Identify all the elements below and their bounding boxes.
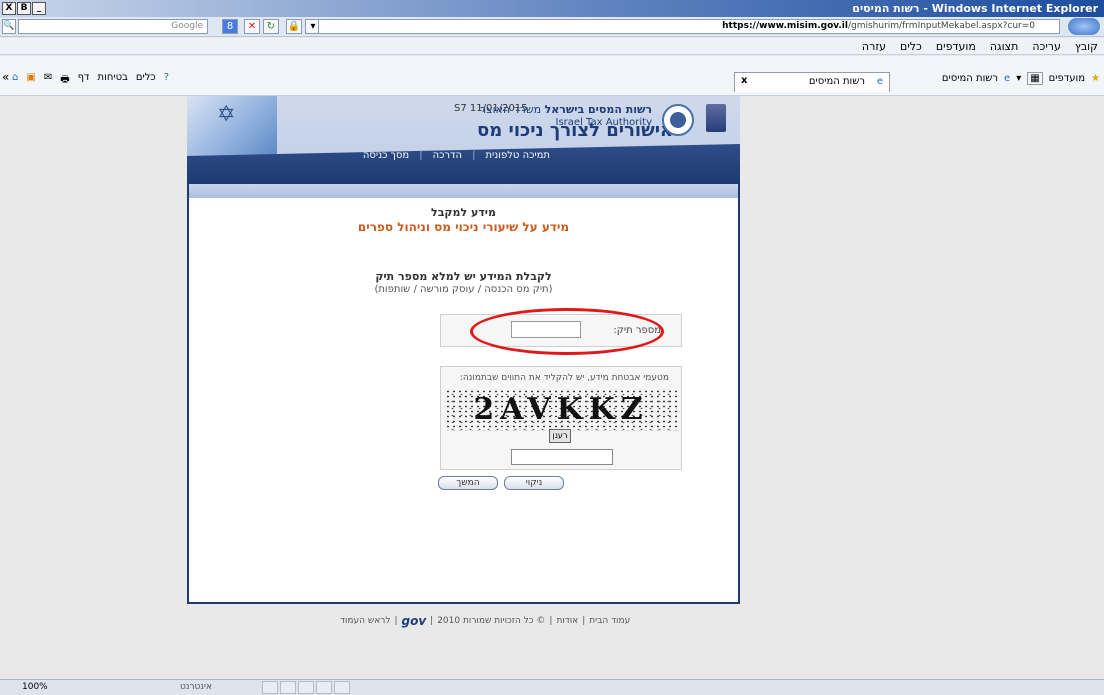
- tab-label: רשות המיסים: [808, 76, 865, 87]
- favorites-bar: ★ מועדפים ▦ ▾ e רשות המיסים e רשות המיסי…: [0, 56, 1104, 96]
- footer-separator: |: [430, 616, 434, 626]
- google-icon[interactable]: 8: [222, 19, 238, 34]
- restore-window-button[interactable]: B: [17, 2, 31, 15]
- main-nav: מסך כניסה | הדרכה | תמיכה טלפונית: [363, 150, 550, 161]
- back-forward-icon[interactable]: [1068, 18, 1100, 35]
- search-dropdown-icon[interactable]: 🔍: [2, 19, 16, 34]
- annotation-circle: [470, 308, 664, 355]
- nav-phone-support[interactable]: תמיכה טלפונית: [485, 150, 550, 161]
- status-cell: [334, 681, 350, 694]
- url-host: misim.gov.il: [786, 21, 848, 31]
- window-title: רשות המיסים - Windows Internet Explorer: [852, 2, 1098, 15]
- menu-file[interactable]: קובץ: [1075, 40, 1098, 53]
- cmd-tools[interactable]: כלים: [136, 72, 156, 89]
- state-emblem-icon: [706, 104, 726, 132]
- chevron-left-icon[interactable]: «: [2, 70, 9, 84]
- footer-separator: |: [394, 616, 398, 626]
- favorites-star-icon[interactable]: ★: [1091, 73, 1100, 84]
- star-of-david-icon: ✡: [217, 102, 236, 127]
- search-input[interactable]: Google: [18, 19, 208, 34]
- print-icon[interactable]: 🖶: [60, 72, 69, 89]
- status-cell: [262, 681, 278, 694]
- nav-login-screen[interactable]: מסך כניסה: [363, 150, 409, 161]
- zoom-level[interactable]: 100%: [22, 682, 48, 692]
- content-topbar: [189, 184, 738, 198]
- status-cell: [280, 681, 296, 694]
- captcha-image: 2AVKKZ: [445, 389, 677, 431]
- nav-guide[interactable]: הדרכה: [433, 150, 462, 161]
- org-ministry: משרד האוצר: [479, 103, 542, 116]
- nav-separator: |: [472, 150, 476, 161]
- status-zone-text: אינטרנט: [180, 682, 212, 692]
- menu-favorites[interactable]: מועדפים: [936, 40, 976, 53]
- close-window-button[interactable]: X: [2, 2, 16, 15]
- menu-edit[interactable]: עריכה: [1032, 40, 1061, 53]
- instruction-note: (תיק מס הכנסה / עוסק מורשה / שותפות): [374, 284, 553, 295]
- minimize-window-button[interactable]: _: [32, 2, 46, 15]
- footer-about-link[interactable]: אודות: [556, 616, 578, 626]
- form-buttons: המשך ניקוי: [438, 476, 564, 490]
- help-icon[interactable]: ?: [164, 72, 169, 89]
- status-bar: 100% אינטרנט: [0, 679, 1104, 695]
- grid-icon[interactable]: ▦: [1027, 72, 1043, 85]
- mail-icon[interactable]: ✉: [44, 72, 52, 89]
- menu-help[interactable]: עזרה: [862, 40, 886, 53]
- url-prefix: https://www.: [722, 21, 787, 31]
- window-titlebar: X B _ רשות המיסים - Windows Internet Exp…: [0, 0, 1104, 17]
- window-controls: X B _: [2, 2, 46, 15]
- footer-separator: |: [549, 616, 553, 626]
- command-bar: ⌂ ▣ ✉ 🖶 דף בטיחות כלים ?: [12, 72, 169, 89]
- captcha-input[interactable]: [511, 449, 613, 465]
- feeds-icon[interactable]: ▣: [26, 72, 35, 89]
- instruction-text: לקבלת המידע יש למלא מספר תיק: [375, 270, 552, 283]
- status-cell: [316, 681, 332, 694]
- fav-dropdown-icon[interactable]: ▾: [1016, 73, 1021, 84]
- continue-button[interactable]: המשך: [438, 476, 498, 490]
- gov-logo[interactable]: gov: [402, 614, 427, 628]
- address-toolbar: 🔍 Google 8 ✕ ↻ 🔒 ▾ https://www.misim.gov…: [0, 17, 1104, 37]
- url-path: /gmishurim/frmInputMekabel.aspx?cur=0: [847, 21, 1035, 31]
- menu-view[interactable]: תצוגה: [990, 40, 1018, 53]
- nav-separator: |: [419, 150, 423, 161]
- org-name-bold: רשות המסים בישראל: [544, 103, 652, 116]
- refresh-icon[interactable]: ↻: [263, 19, 279, 34]
- org-name: רשות המסים בישראל משרד האוצר: [480, 103, 652, 116]
- content-panel: מידע למקבל מידע על שיעורי ניכוי מס וניהו…: [187, 184, 740, 604]
- tab-close-icon[interactable]: x: [741, 75, 747, 86]
- favorites-label[interactable]: מועדפים: [1049, 73, 1085, 84]
- footer-home-link[interactable]: עמוד הבית: [589, 616, 630, 626]
- menu-bar: קובץ עריכה תצוגה מועדפים כלים עזרה: [0, 38, 1104, 55]
- captcha-panel: מטעמי אבטחת מידע, יש להקליד את התווים שב…: [440, 366, 682, 470]
- search-brand-label: Google: [171, 21, 203, 31]
- fav-site-link[interactable]: רשות המיסים: [942, 73, 998, 84]
- menu-tools[interactable]: כלים: [900, 40, 922, 53]
- status-cell: [298, 681, 314, 694]
- section-heading: מידע למקבל: [431, 206, 496, 219]
- site-footer: עמוד הבית | אודות | © כל הזכויות שמורות …: [340, 614, 630, 628]
- footer-top-link[interactable]: לראש העמוד: [340, 616, 390, 626]
- footer-separator: |: [582, 616, 586, 626]
- tax-authority-seal-icon: [662, 104, 694, 136]
- address-bar[interactable]: https://www.misim.gov.il/gmishurim/frmIn…: [318, 19, 1060, 34]
- footer-copyright: © כל הזכויות שמורות 2010: [437, 616, 546, 626]
- lock-icon[interactable]: 🔒: [286, 19, 302, 34]
- site-header: ✡ S7 11/01/2015 אישורים לצורך ניכוי מס ר…: [187, 96, 740, 184]
- cmd-safety[interactable]: בטיחות: [98, 72, 128, 89]
- section-subheading: מידע על שיעורי ניכוי מס וניהול ספרים: [357, 220, 570, 234]
- content-inner: מידע למקבל מידע על שיעורי ניכוי מס וניהו…: [189, 198, 738, 602]
- clear-button[interactable]: ניקוי: [504, 476, 564, 490]
- ie-page-icon: e: [1004, 73, 1011, 84]
- stop-icon[interactable]: ✕: [244, 19, 260, 34]
- org-name-en: Israel Tax Authority: [555, 117, 652, 128]
- ie-tab-icon: e: [876, 76, 883, 87]
- page-viewport: ✡ S7 11/01/2015 אישורים לצורך ניכוי מס ר…: [0, 96, 1104, 679]
- cmd-page[interactable]: דף: [78, 72, 90, 89]
- captcha-refresh-button[interactable]: רענן: [549, 429, 571, 443]
- tab-active[interactable]: e רשות המיסים x: [734, 72, 890, 92]
- home-icon[interactable]: ⌂: [12, 72, 18, 89]
- captcha-label: מטעמי אבטחת מידע, יש להקליד את התווים שב…: [459, 373, 669, 383]
- url-text: https://www.misim.gov.il/gmishurim/frmIn…: [722, 21, 1035, 31]
